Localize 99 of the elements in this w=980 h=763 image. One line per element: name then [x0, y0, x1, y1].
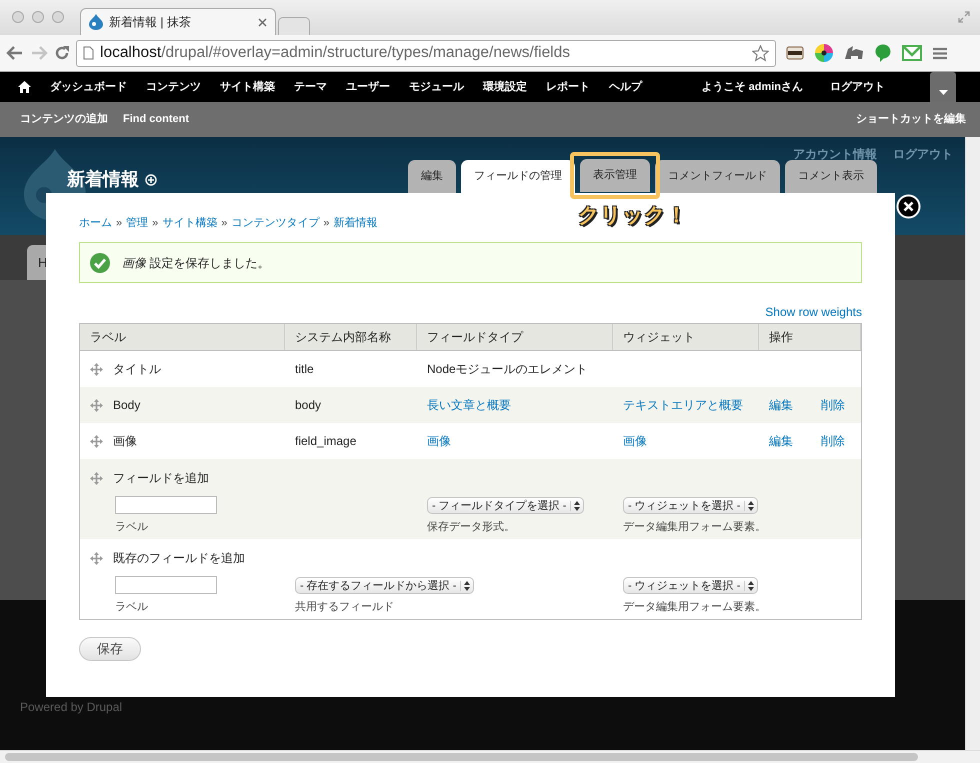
star-icon[interactable]	[752, 44, 769, 62]
machine-name: title	[295, 362, 314, 376]
select-field[interactable]: - ウィジェットを選択 -	[623, 577, 758, 594]
label-input-field[interactable]	[115, 576, 217, 594]
toolbar-menu-item[interactable]: コンテンツ	[146, 78, 201, 96]
add-shortcut-icon[interactable]	[145, 174, 157, 186]
mail-icon[interactable]	[902, 45, 922, 61]
page-tab[interactable]: 編集	[408, 160, 456, 193]
field-caption: ラベル	[115, 601, 148, 613]
message-text: 画像 設定を保存しました。	[122, 254, 270, 272]
page-tab[interactable]: フィールドの管理	[461, 160, 575, 193]
home-icon[interactable]	[18, 81, 31, 93]
breadcrumb-link[interactable]: ホーム	[79, 214, 112, 232]
widget-link[interactable]: テキストエリアと概要	[623, 398, 743, 412]
field-label: Body	[113, 397, 140, 414]
footer-text: Powered by Drupal	[20, 700, 122, 714]
close-window-button[interactable]	[12, 11, 24, 23]
column-header: システム内部名称	[285, 324, 417, 350]
close-icon[interactable]	[258, 18, 267, 26]
address-field[interactable]: localhost/drupal/#overlay=admin/structure/types/manage/news/fields	[76, 40, 776, 66]
menu-icon[interactable]	[933, 46, 947, 60]
scrollbar[interactable]	[0, 750, 980, 763]
minimize-button[interactable]	[32, 11, 44, 23]
account-link[interactable]: ログアウト	[893, 145, 953, 164]
edit-shortcuts-link[interactable]: ショートカットを編集	[856, 111, 966, 128]
column-header: ラベル	[80, 324, 285, 350]
breadcrumb-link[interactable]: サイト構築	[162, 214, 218, 232]
column-header: フィールドタイプ	[417, 324, 613, 350]
delete-link[interactable]: 削除	[821, 432, 845, 450]
shortcuts-toggle-button[interactable]	[930, 72, 956, 102]
machine-name: field_image	[295, 434, 356, 448]
browser-tab[interactable]: 新着情報 | 抹茶	[80, 8, 276, 35]
back-icon[interactable]	[6, 45, 24, 61]
toolbar-menu-item[interactable]: ユーザー	[346, 78, 390, 96]
caret-icon	[938, 90, 948, 95]
field-type-text: Nodeモジュールのエレメント	[427, 362, 588, 376]
fullscreen-icon[interactable]	[958, 11, 970, 23]
field-label: タイトル	[113, 361, 161, 378]
field-type-link[interactable]: 画像	[427, 434, 451, 448]
breadcrumb-separator: »	[323, 216, 330, 231]
page-tab[interactable]: コメントフィールド	[655, 160, 780, 193]
page-tab[interactable]: コメント表示	[785, 160, 877, 193]
show-row-weights-link[interactable]: Show row weights	[765, 305, 862, 319]
label-input-field[interactable]	[115, 496, 217, 514]
toolbar-menu-item[interactable]: ダッシュボード	[50, 78, 127, 96]
toolbar-menu-item[interactable]: テーマ	[294, 78, 327, 96]
breadcrumb-separator: »	[116, 216, 122, 231]
new-tab-button[interactable]	[278, 17, 310, 35]
breadcrumb-link[interactable]: コンテンツタイプ	[231, 214, 320, 232]
widget-link[interactable]: 画像	[623, 434, 647, 448]
breadcrumb-separator: »	[221, 216, 228, 231]
reload-icon[interactable]	[54, 45, 70, 61]
field-caption: データ編集用フォーム要素。	[623, 601, 766, 613]
greeting-link[interactable]: ようこそ adminさん	[702, 78, 803, 96]
color-wheel-icon[interactable]	[815, 44, 833, 62]
page-tab[interactable]: 表示管理	[580, 159, 650, 192]
field-type-link[interactable]: 長い文章と概要	[427, 398, 511, 412]
drag-handle-icon[interactable]	[90, 398, 103, 412]
field-caption: ラベル	[115, 521, 148, 533]
drop-logo-icon	[89, 14, 103, 30]
breadcrumb-link[interactable]: 新着情報	[334, 214, 378, 232]
toolbar-menu-item[interactable]: レポート	[546, 78, 590, 96]
field-caption: データ編集用フォーム要素。	[623, 521, 766, 533]
zoom-button[interactable]	[52, 11, 64, 23]
machine-name: body	[295, 398, 322, 412]
toolbar-menu-item[interactable]: ヘルプ	[609, 78, 642, 96]
add-field-title: フィールドを追加	[113, 470, 209, 487]
select-field[interactable]: - ウィジェットを選択 -	[623, 497, 758, 514]
breadcrumb-separator: »	[152, 216, 158, 231]
drag-handle-icon[interactable]	[90, 472, 103, 484]
page-icon	[83, 46, 94, 60]
field-caption: 共用するフィールド	[295, 601, 394, 613]
field-label: 画像	[113, 433, 137, 450]
forward-icon[interactable]	[30, 45, 48, 61]
field-caption: 保存データ形式。	[427, 521, 515, 533]
column-header: ウィジェット	[613, 324, 759, 350]
edit-link[interactable]: 編集	[769, 396, 793, 414]
scrollbar[interactable]	[965, 137, 980, 750]
check-icon	[90, 252, 110, 272]
save-button[interactable]: 保存	[79, 637, 141, 661]
toolbar-menu-item[interactable]: サイト構築	[220, 78, 275, 96]
annotation-text: クリック！	[578, 203, 687, 229]
drag-handle-icon[interactable]	[90, 434, 103, 448]
shortcut-link[interactable]: Find content	[123, 111, 189, 128]
logout-link[interactable]: ログアウト	[830, 78, 885, 96]
toolbar-menu-item[interactable]: モジュール	[409, 78, 464, 96]
delete-link[interactable]: 削除	[821, 396, 845, 414]
speech-bubble-icon[interactable]	[875, 44, 891, 62]
drag-handle-icon[interactable]	[90, 362, 103, 376]
breadcrumb-link[interactable]: 管理	[126, 214, 148, 232]
select-field[interactable]: - 存在するフィールドから選択 -	[295, 577, 474, 594]
toolbar-menu-item[interactable]: 環境設定	[483, 78, 527, 96]
column-header: 操作	[759, 324, 861, 350]
add-field-title: 既存のフィールドを追加	[113, 550, 245, 567]
drag-handle-icon[interactable]	[90, 552, 103, 564]
select-field[interactable]: - フィールドタイプを選択 -	[427, 497, 584, 514]
page-title: 新着情報	[67, 168, 139, 191]
shortcut-link[interactable]: コンテンツの追加	[20, 111, 108, 128]
edit-link[interactable]: 編集	[769, 432, 793, 450]
